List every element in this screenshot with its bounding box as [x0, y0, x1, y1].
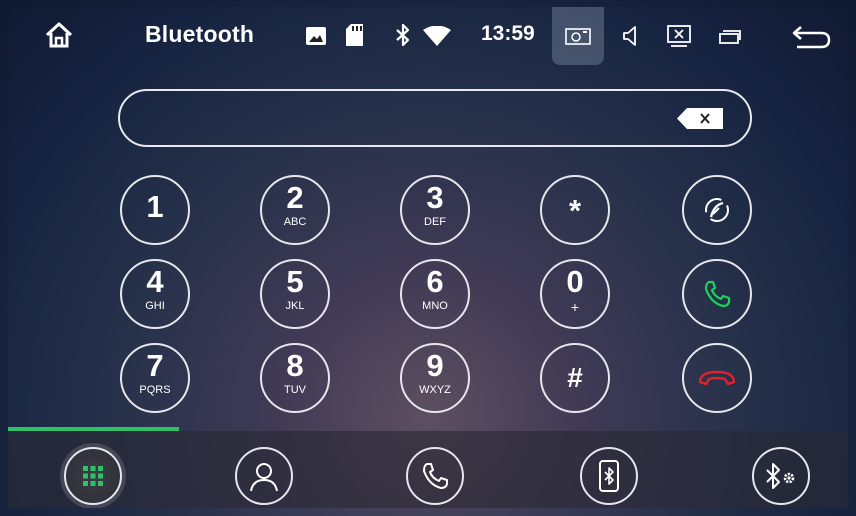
key-letters: PQRS	[139, 384, 171, 396]
call-log-icon	[420, 461, 450, 491]
window-icon[interactable]	[718, 28, 742, 46]
volume-icon[interactable]	[620, 24, 642, 48]
key-0[interactable]: 0 +	[540, 259, 610, 329]
home-icon[interactable]	[42, 20, 76, 50]
key-5[interactable]: 5 JKL	[260, 259, 330, 329]
hangup-icon	[684, 345, 750, 411]
key-7[interactable]: 7 PQRS	[120, 343, 190, 413]
key-2[interactable]: 2 ABC	[260, 175, 330, 245]
key-digit: 9	[426, 348, 444, 383]
key-digit: 7	[146, 348, 164, 383]
key-hash[interactable]: #	[540, 343, 610, 413]
bluetooth-phone-screen: Bluetooth 13:59 1 2 ABC 3 DEF * 4 GHI 5 …	[8, 7, 848, 508]
tab-contacts[interactable]	[235, 447, 293, 505]
app-title: Bluetooth	[145, 21, 255, 47]
bluetooth-settings-icon	[764, 461, 798, 491]
key-digit: 6	[426, 264, 444, 299]
switch-audio-icon	[684, 177, 750, 243]
key-3[interactable]: 3 DEF	[400, 175, 470, 245]
number-input-field[interactable]	[118, 89, 752, 147]
bluetooth-icon	[394, 22, 412, 48]
key-digit: 8	[286, 348, 304, 383]
key-letters: MNO	[422, 300, 448, 312]
key-letters: GHI	[145, 300, 165, 312]
key-digit: 2	[286, 180, 304, 215]
key-digit: 1	[146, 189, 164, 224]
hangup-button[interactable]	[682, 343, 752, 413]
status-bar: Bluetooth 13:59	[8, 7, 848, 65]
sd-card-icon	[344, 23, 364, 47]
key-6[interactable]: 6 MNO	[400, 259, 470, 329]
clock: 13:59	[481, 22, 535, 45]
key-digit: 4	[146, 264, 164, 299]
key-digit: #	[567, 362, 583, 393]
backspace-icon	[677, 108, 723, 129]
key-letters: WXYZ	[419, 384, 451, 396]
key-letters: ABC	[283, 216, 307, 228]
key-4[interactable]: 4 GHI	[120, 259, 190, 329]
key-digit: 0	[566, 264, 584, 299]
tab-call-log[interactable]	[406, 447, 464, 505]
key-digit: *	[568, 193, 582, 228]
tab-bluetooth-settings[interactable]	[752, 447, 810, 505]
key-8[interactable]: 8 TUV	[260, 343, 330, 413]
camera-icon[interactable]	[564, 26, 592, 46]
tab-dialpad[interactable]	[64, 447, 122, 505]
key-letters: DEF	[424, 216, 446, 228]
switch-audio-button[interactable]	[682, 175, 752, 245]
tab-phone-bluetooth[interactable]	[580, 447, 638, 505]
screen-icon[interactable]	[666, 24, 692, 48]
key-1[interactable]: 1	[120, 175, 190, 245]
key-letters: TUV	[284, 384, 306, 396]
call-icon	[684, 261, 750, 327]
key-digit: 3	[426, 180, 444, 215]
wifi-icon	[421, 25, 453, 47]
phone-bluetooth-icon	[598, 460, 620, 492]
key-9[interactable]: 9 WXYZ	[400, 343, 470, 413]
back-icon[interactable]	[788, 23, 834, 51]
key-digit: 5	[286, 264, 304, 299]
key-letters: JKL	[285, 300, 305, 312]
call-button[interactable]	[682, 259, 752, 329]
image-icon	[305, 26, 327, 46]
dialpad-icon	[83, 466, 103, 486]
key-star[interactable]: *	[540, 175, 610, 245]
contacts-icon	[247, 459, 281, 493]
key-letters: +	[570, 299, 580, 315]
backspace-button[interactable]	[677, 108, 723, 129]
